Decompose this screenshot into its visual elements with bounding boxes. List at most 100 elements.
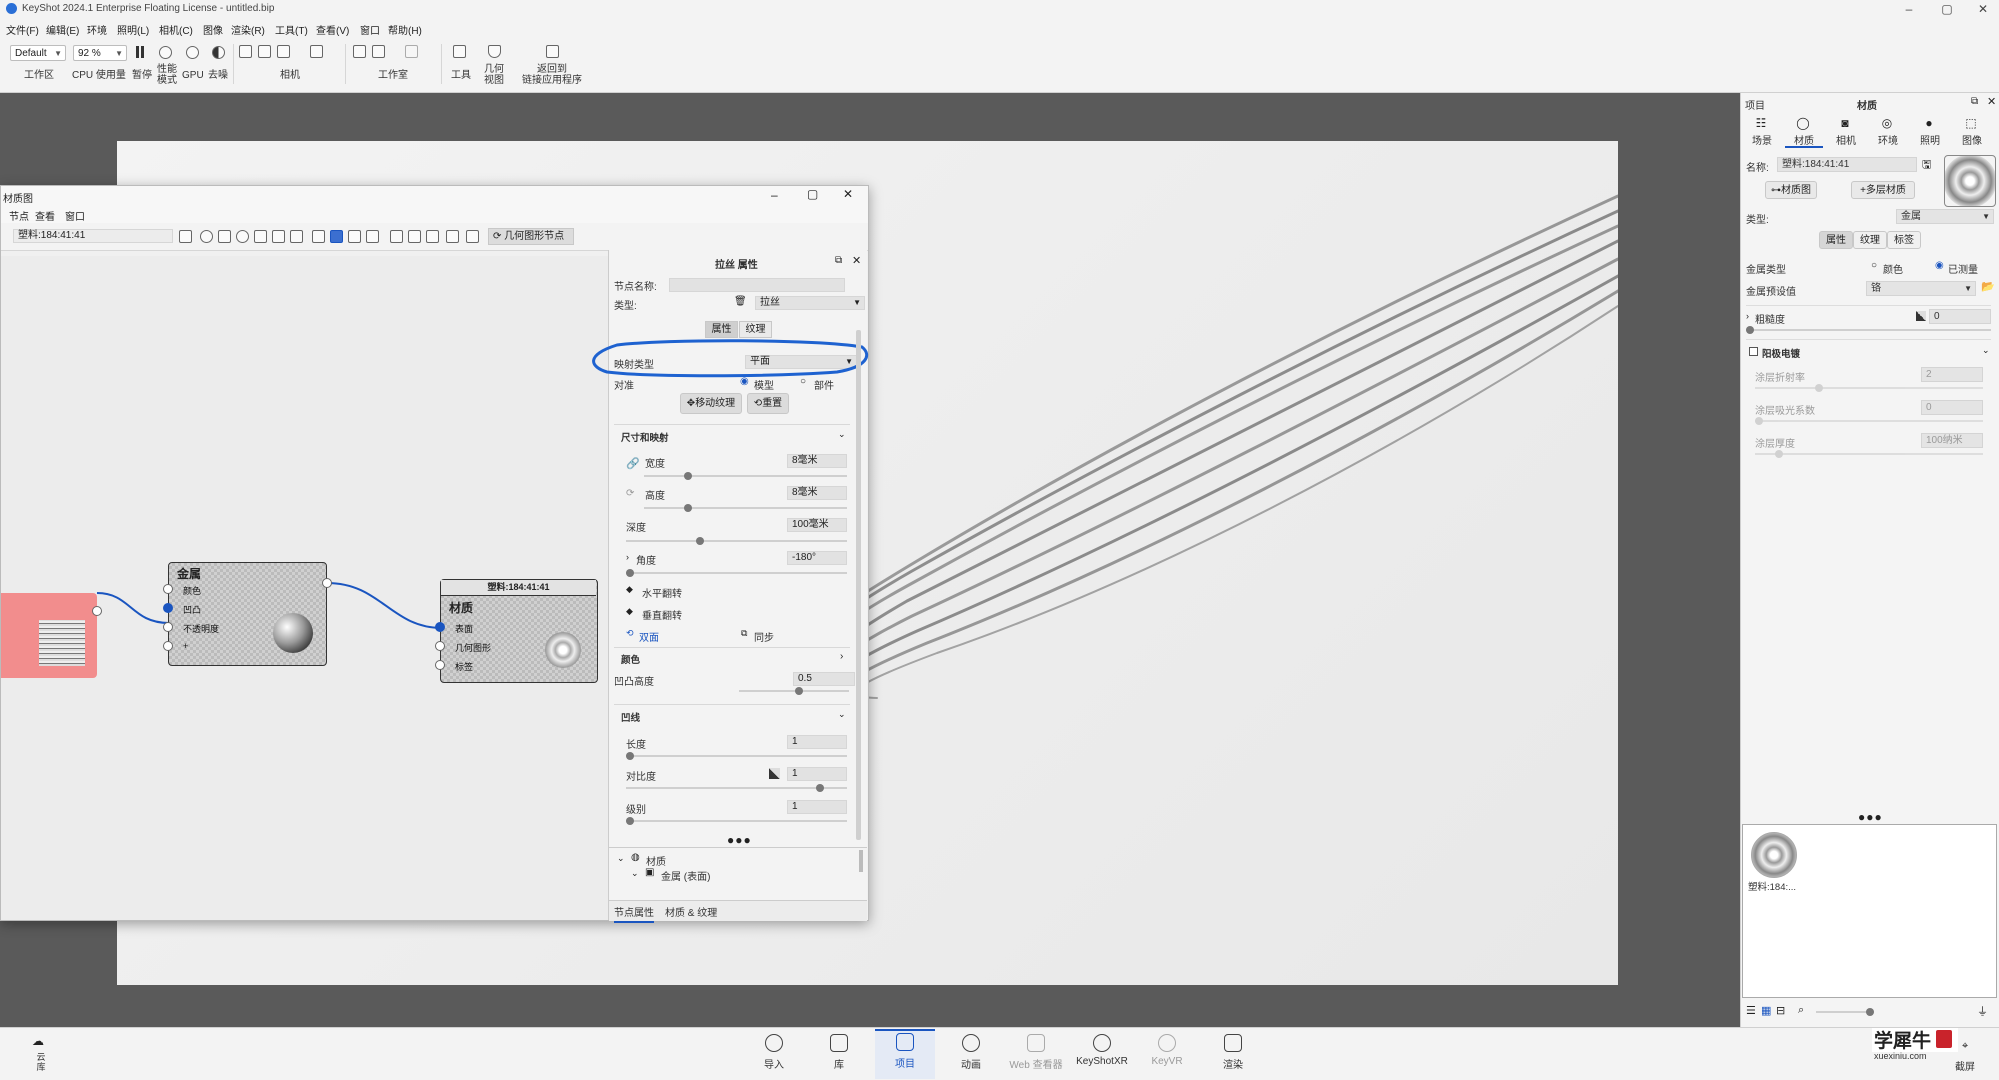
undock-icon[interactable]: ⧉ <box>835 255 842 266</box>
coat-ior-slider[interactable] <box>1755 384 1983 392</box>
chevron-down-icon[interactable]: ⌄ <box>838 429 846 440</box>
contrast-field[interactable]: 1 <box>787 767 847 781</box>
input-pin[interactable] <box>435 622 445 632</box>
flip-horizontal-label[interactable]: 水平翻转 <box>642 585 682 600</box>
scene-icon[interactable]: ☷ <box>1751 116 1771 130</box>
metal-preset-select[interactable]: 铬 ▼ <box>1866 281 1976 296</box>
tree-child-label[interactable]: 金属 (表面) <box>661 868 710 883</box>
tab-properties[interactable]: 属性 <box>705 321 738 338</box>
menu-lighting[interactable]: 照明(L) <box>117 22 149 37</box>
search-icon[interactable]: ⌕ <box>1798 1004 1804 1017</box>
chevron-down-icon[interactable]: ⌄ <box>631 868 639 879</box>
output-pin[interactable] <box>322 578 332 588</box>
node-tool-icon[interactable] <box>408 230 421 243</box>
double-sided-label[interactable]: 双面 <box>639 629 659 644</box>
filter-icon[interactable]: ⏚ <box>1977 1003 1988 1019</box>
contrast-slider[interactable] <box>626 784 847 792</box>
menu-image[interactable]: 图像 <box>203 22 223 37</box>
slider-knob[interactable] <box>626 752 634 760</box>
menu-view[interactable]: 查看 <box>35 208 55 223</box>
camera-icon[interactable]: ◙ <box>1835 116 1855 130</box>
slider-knob[interactable] <box>1866 1008 1874 1016</box>
environment-icon[interactable]: ◎ <box>1877 116 1897 130</box>
screenshot-label[interactable]: 截屏 <box>1955 1062 1975 1073</box>
level-slider[interactable] <box>626 817 847 825</box>
maximize-button[interactable]: ▢ <box>1933 1 1961 17</box>
radio-selected-icon[interactable]: ◉ <box>740 376 749 387</box>
pause-icon[interactable] <box>136 46 144 58</box>
folder-icon[interactable]: 📂 <box>1981 280 1995 293</box>
list-view-icon[interactable]: ☰ <box>1746 1004 1756 1017</box>
close-icon[interactable]: ✕ <box>852 254 861 267</box>
link-app-icon[interactable] <box>546 45 559 58</box>
library-button[interactable]: 库 <box>809 1032 869 1071</box>
tab-node-properties[interactable]: 节点属性 <box>614 904 654 923</box>
menu-render[interactable]: 渲染(R) <box>231 22 265 37</box>
studio-tool-icon[interactable] <box>353 45 366 58</box>
render-button[interactable]: 渲染 <box>1203 1032 1263 1071</box>
sync-icon[interactable]: ⟳ <box>626 488 634 499</box>
type-select[interactable]: 拉丝 ▼ <box>755 296 865 310</box>
tools-icon[interactable] <box>453 45 466 58</box>
studio-tool-icon[interactable] <box>372 45 385 58</box>
lock-icon[interactable] <box>272 230 285 243</box>
depth-slider[interactable] <box>626 537 847 545</box>
slider-knob[interactable] <box>1746 326 1754 334</box>
tree-view-icon[interactable]: ⊟ <box>1776 1004 1785 1017</box>
radio-unselected-icon[interactable]: ○ <box>800 376 806 387</box>
node-tool-icon[interactable] <box>446 230 459 243</box>
node-tool-icon[interactable] <box>426 230 439 243</box>
chevron-down-icon[interactable]: ⌄ <box>838 709 846 720</box>
camera-tool-icon[interactable] <box>239 45 252 58</box>
slider-knob[interactable] <box>684 504 692 512</box>
camera-tool-icon[interactable] <box>258 45 271 58</box>
coat-ior-field[interactable]: 2 <box>1921 367 1983 382</box>
input-pin[interactable] <box>163 641 173 651</box>
flip-vertical-icon[interactable]: ◆ <box>626 606 633 617</box>
node-tool-icon[interactable] <box>348 230 361 243</box>
thumbnail-size-slider[interactable] <box>1816 1008 1874 1016</box>
import-button[interactable]: 导入 <box>744 1032 804 1071</box>
slider-knob[interactable] <box>696 537 704 545</box>
tree-root-label[interactable]: 材质 <box>646 853 666 868</box>
flip-horizontal-icon[interactable]: ◆ <box>626 584 633 595</box>
input-pin[interactable] <box>435 641 445 651</box>
link-icon[interactable]: 🔗 <box>626 457 640 470</box>
move-texture-button[interactable]: ✥移动纹理 <box>680 393 742 414</box>
sync-label[interactable]: 同步 <box>754 629 774 644</box>
material-thumbnail[interactable] <box>1751 832 1797 878</box>
slider-knob[interactable] <box>626 817 634 825</box>
menu-node[interactable]: 节点 <box>9 208 29 223</box>
camera-tool-icon[interactable] <box>277 45 290 58</box>
tab-image[interactable]: 图像 <box>1961 132 1983 147</box>
workspace-select[interactable]: Default ▼ <box>10 45 66 61</box>
tab-camera[interactable]: 相机 <box>1835 132 1857 147</box>
node-tool-icon[interactable] <box>254 230 267 243</box>
roughness-slider[interactable] <box>1746 326 1991 334</box>
sync-icon[interactable]: ⧉ <box>741 628 747 639</box>
menu-edit[interactable]: 编辑(E) <box>46 22 79 37</box>
metal-node[interactable]: 金属 颜色 凹凸 不透明度 + <box>163 562 332 666</box>
input-pin[interactable] <box>435 660 445 670</box>
reset-button[interactable]: ⟲重置 <box>747 393 789 414</box>
anodize-checkbox[interactable] <box>1749 347 1758 356</box>
angle-slider[interactable] <box>626 569 847 577</box>
subtab-label[interactable]: 标签 <box>1887 231 1921 249</box>
height-field[interactable]: 8毫米 <box>787 486 847 500</box>
maximize-button[interactable]: ▢ <box>807 187 818 201</box>
trash-icon[interactable]: 🗑 <box>734 296 747 307</box>
camera-tool-icon[interactable] <box>310 45 323 58</box>
cloud-library-label[interactable]: 云 库 <box>36 1052 46 1072</box>
node-tool-icon[interactable] <box>312 230 325 243</box>
brushed-texture-node[interactable] <box>1 593 102 678</box>
output-pin[interactable] <box>92 606 102 616</box>
node-tool-icon[interactable] <box>366 230 379 243</box>
material-icon[interactable]: ◯ <box>1793 116 1813 130</box>
node-tool-icon[interactable] <box>200 230 213 243</box>
menu-environment[interactable]: 环境 <box>87 22 107 37</box>
save-icon[interactable] <box>179 230 192 243</box>
delete-icon[interactable] <box>290 230 303 243</box>
screenshot-icon[interactable]: ⌖ <box>1962 1040 1968 1053</box>
grid-view-icon[interactable]: ▦ <box>1761 1004 1771 1017</box>
input-pin[interactable] <box>163 603 173 613</box>
